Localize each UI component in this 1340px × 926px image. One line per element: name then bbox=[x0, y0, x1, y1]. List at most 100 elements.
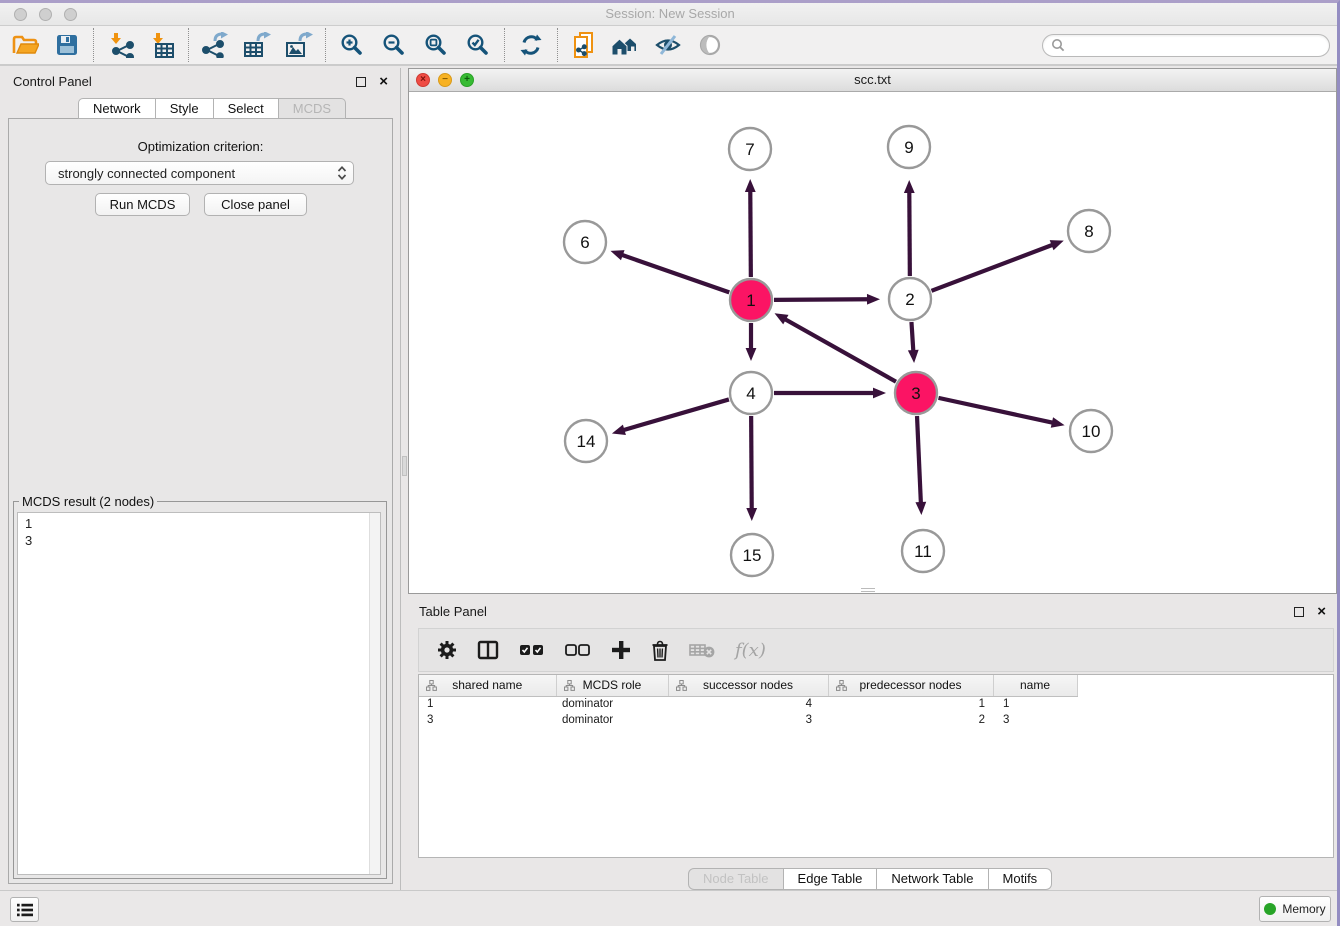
open-folder-icon bbox=[12, 33, 39, 57]
node-9[interactable]: 9 bbox=[888, 126, 930, 168]
clone-network-button[interactable] bbox=[563, 28, 605, 62]
float-panel-icon[interactable] bbox=[356, 77, 366, 87]
column-header-predecessor-nodes[interactable]: predecessor nodes bbox=[828, 675, 993, 696]
edge-4-14[interactable] bbox=[622, 399, 728, 430]
show-columns-icon[interactable] bbox=[477, 640, 499, 660]
node-3[interactable]: 3 bbox=[895, 372, 937, 414]
float-table-panel-icon[interactable] bbox=[1294, 607, 1304, 617]
column-type-icon bbox=[676, 680, 687, 691]
open-session-button[interactable] bbox=[4, 28, 46, 62]
panel-splitter[interactable] bbox=[400, 68, 408, 890]
edge-3-11[interactable] bbox=[917, 416, 921, 504]
table-cell: 1 bbox=[828, 696, 993, 712]
mcds-result-list[interactable]: 1 3 bbox=[17, 512, 381, 875]
unselect-all-icon[interactable] bbox=[565, 643, 591, 657]
edge-3-1[interactable] bbox=[784, 319, 896, 382]
memory-button[interactable]: Memory bbox=[1259, 896, 1331, 922]
network-canvas[interactable]: 7 9 6 8 1 2 4 3 14 10 15 11 bbox=[409, 93, 1336, 593]
row-filler bbox=[1077, 712, 1333, 728]
memory-status-dot bbox=[1264, 903, 1276, 915]
gear-icon[interactable] bbox=[437, 640, 457, 660]
node-15[interactable]: 15 bbox=[731, 534, 773, 576]
svg-text:3: 3 bbox=[911, 384, 920, 403]
close-panel-icon[interactable]: × bbox=[379, 73, 388, 91]
first-neighbors-button[interactable] bbox=[605, 28, 647, 62]
import-network-icon bbox=[106, 32, 134, 58]
function-builder-icon[interactable]: f(x) bbox=[735, 640, 766, 661]
edge-2-3[interactable] bbox=[911, 322, 913, 352]
column-header-successor-nodes[interactable]: successor nodes bbox=[668, 675, 828, 696]
network-window-titlebar[interactable]: × − + scc.txt bbox=[409, 69, 1336, 92]
zoom-selected-button[interactable] bbox=[457, 28, 499, 62]
network-window: × − + scc.txt 7 9 6 8 1 2 4 3 14 10 15 11 bbox=[408, 68, 1337, 594]
refresh-button[interactable] bbox=[510, 28, 552, 62]
export-image-button[interactable] bbox=[278, 28, 320, 62]
clone-network-icon bbox=[571, 31, 597, 59]
table-panel-title: Table Panel bbox=[419, 604, 487, 619]
node-11[interactable]: 11 bbox=[902, 530, 944, 572]
column-header-mcds-role[interactable]: MCDS role bbox=[556, 675, 668, 696]
save-session-button[interactable] bbox=[46, 28, 88, 62]
zoom-fit-button[interactable] bbox=[415, 28, 457, 62]
export-table-button[interactable] bbox=[236, 28, 278, 62]
tab-edge-table[interactable]: Edge Table bbox=[784, 868, 878, 890]
table-cell: 4 bbox=[668, 696, 828, 712]
node-4[interactable]: 4 bbox=[730, 372, 772, 414]
table-panel: Table Panel × bbox=[408, 595, 1340, 890]
close-table-panel-icon[interactable]: × bbox=[1317, 603, 1326, 621]
edge-3-10[interactable] bbox=[938, 398, 1053, 423]
table-row[interactable]: 3dominator323 bbox=[419, 712, 1333, 728]
zoom-out-button[interactable] bbox=[373, 28, 415, 62]
edge-1-7[interactable] bbox=[750, 190, 751, 277]
splitter-grip[interactable] bbox=[402, 456, 407, 476]
network-resize-grip[interactable] bbox=[861, 588, 875, 592]
delete-column-icon[interactable] bbox=[651, 640, 669, 661]
tab-network-table[interactable]: Network Table bbox=[877, 868, 988, 890]
tab-node-table[interactable]: Node Table bbox=[688, 868, 784, 890]
delete-table-icon[interactable] bbox=[689, 641, 715, 659]
arrowhead-3-10 bbox=[1051, 417, 1065, 428]
search-field[interactable] bbox=[1042, 34, 1330, 57]
toolbar-separator bbox=[504, 28, 505, 62]
arrowhead-2-8 bbox=[1050, 240, 1064, 250]
edge-4-15[interactable] bbox=[751, 416, 752, 510]
tab-network[interactable]: Network bbox=[78, 98, 156, 119]
node-7[interactable]: 7 bbox=[729, 128, 771, 170]
export-network-button[interactable] bbox=[194, 28, 236, 62]
svg-text:6: 6 bbox=[580, 233, 589, 252]
node-10[interactable]: 10 bbox=[1070, 410, 1112, 452]
close-panel-button[interactable]: Close panel bbox=[204, 193, 307, 216]
tab-motifs[interactable]: Motifs bbox=[989, 868, 1053, 890]
column-header-name[interactable]: name bbox=[993, 675, 1077, 696]
edge-2-8[interactable] bbox=[932, 244, 1054, 290]
edge-1-6[interactable] bbox=[621, 255, 729, 293]
show-annotations-button[interactable] bbox=[689, 28, 731, 62]
hide-graphics-details-button[interactable] bbox=[647, 28, 689, 62]
edge-2-9[interactable] bbox=[909, 191, 910, 276]
run-mcds-button[interactable]: Run MCDS bbox=[95, 193, 190, 216]
zoom-in-button[interactable] bbox=[331, 28, 373, 62]
column-header-shared-name[interactable]: shared name bbox=[419, 675, 556, 696]
criterion-dropdown[interactable]: strongly connected component bbox=[45, 161, 354, 185]
node-2[interactable]: 2 bbox=[889, 278, 931, 320]
node-8[interactable]: 8 bbox=[1068, 210, 1110, 252]
export-table-icon bbox=[243, 32, 271, 58]
tab-mcds[interactable]: MCDS bbox=[279, 98, 346, 119]
toolbar-separator bbox=[188, 28, 189, 62]
import-network-button[interactable] bbox=[99, 28, 141, 62]
table-row[interactable]: 1dominator411 bbox=[419, 696, 1333, 712]
result-scrollbar[interactable] bbox=[369, 513, 380, 874]
refresh-icon bbox=[519, 33, 543, 57]
task-history-button[interactable] bbox=[10, 897, 39, 922]
tab-select[interactable]: Select bbox=[214, 98, 279, 119]
node-6[interactable]: 6 bbox=[564, 221, 606, 263]
node-14[interactable]: 14 bbox=[565, 420, 607, 462]
table-cell: dominator bbox=[556, 712, 668, 728]
tab-style[interactable]: Style bbox=[156, 98, 214, 119]
search-input[interactable] bbox=[1065, 38, 1321, 52]
edge-1-2[interactable] bbox=[774, 299, 869, 300]
select-all-icon[interactable] bbox=[519, 643, 545, 657]
import-table-button[interactable] bbox=[141, 28, 183, 62]
add-column-icon[interactable] bbox=[611, 640, 631, 660]
node-1[interactable]: 1 bbox=[730, 279, 772, 321]
